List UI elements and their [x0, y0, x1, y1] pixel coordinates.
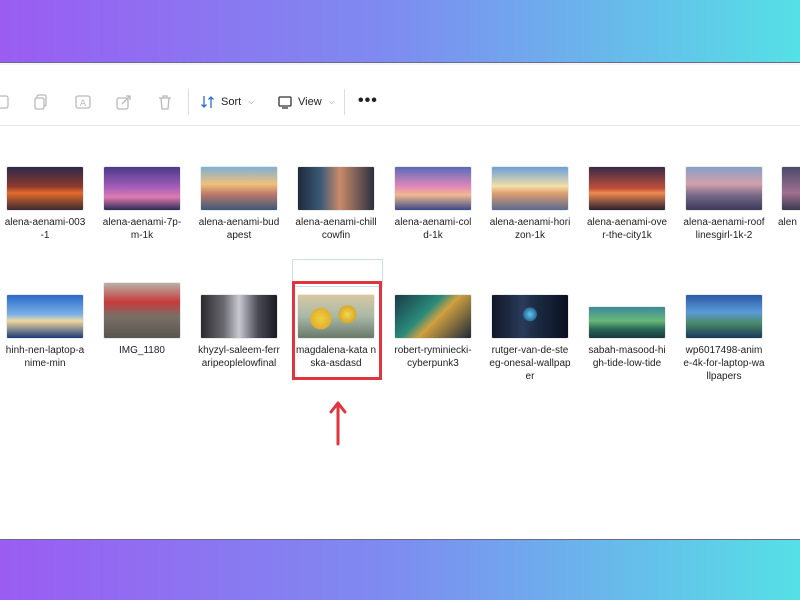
file-item[interactable]: alena-aenami-chillcowfin: [291, 167, 381, 242]
file-item[interactable]: IMG_1180: [97, 283, 187, 357]
sort-button[interactable]: Sort ⌵: [200, 91, 254, 113]
file-name: hinh-nen-laptop-anime-min: [5, 345, 85, 369]
file-item[interactable]: wp6017498-anime-4k-for-laptop-wallpapers: [679, 295, 769, 383]
file-name: alen: [778, 217, 797, 228]
image-thumbnail-icon: [589, 307, 665, 338]
file-name: alena-aenami-budapest: [198, 217, 280, 241]
image-thumbnail-icon: [686, 167, 762, 210]
file-name: robert-ryminiecki-cyberpunk3: [394, 345, 472, 369]
sort-label: Sort: [221, 96, 242, 108]
more-options-icon[interactable]: •••: [358, 93, 378, 109]
image-thumbnail-icon: [686, 295, 762, 338]
file-name: alena-aenami-cold-1k: [394, 217, 472, 241]
file-item[interactable]: alena-aenami-budapest: [194, 167, 284, 242]
file-item[interactable]: khyzyl-saleem-ferraripeoplelowfinal: [194, 295, 284, 370]
file-name: khyzyl-saleem-ferraripeoplelowfinal: [198, 345, 280, 369]
file-name: alena-aenami-chillcowfin: [295, 217, 377, 241]
highlight-box: [292, 281, 382, 380]
file-item[interactable]: alena-aenami-003-1: [0, 167, 90, 242]
command-bar: A Sort ⌵ View ⌵ •••: [0, 63, 800, 126]
file-item[interactable]: alena-aenami-cold-1k: [388, 167, 478, 242]
file-name: IMG_1180: [119, 345, 165, 356]
file-name: rutger-van-de-steeg-onesal-wallpaper: [489, 345, 571, 382]
view-icon: [277, 94, 293, 110]
file-name: wp6017498-anime-4k-for-laptop-wallpapers: [683, 345, 765, 382]
rename-icon[interactable]: A: [74, 93, 92, 111]
file-item[interactable]: alen: [774, 167, 800, 229]
image-thumbnail-icon: [104, 167, 180, 210]
image-thumbnail-icon: [201, 167, 277, 210]
file-item[interactable]: alena-aenami-rooflinesgirl-1k-2: [679, 167, 769, 242]
file-name: alena-aenami-over-the-city1k: [586, 217, 668, 241]
file-item[interactable]: robert-ryminiecki-cyberpunk3: [388, 295, 478, 370]
toolbar-divider: [344, 89, 345, 115]
file-name: alena-aenami-horizon-1k: [489, 217, 571, 241]
file-item[interactable]: rutger-van-de-steeg-onesal-wallpaper: [485, 295, 575, 383]
file-name: alena-aenami-rooflinesgirl-1k-2: [683, 217, 765, 241]
image-thumbnail-icon: [298, 167, 374, 210]
image-thumbnail-icon: [395, 167, 471, 210]
chevron-down-icon: ⌵: [328, 97, 335, 106]
image-thumbnail-icon: [589, 167, 665, 210]
image-thumbnail-icon: [201, 295, 277, 338]
file-item[interactable]: sabah-masood-high-tide-low-tide: [582, 307, 672, 370]
image-thumbnail-icon: [492, 295, 568, 338]
file-item[interactable]: alena-aenami-horizon-1k: [485, 167, 575, 242]
svg-text:A: A: [80, 99, 87, 109]
view-button[interactable]: View ⌵: [277, 91, 335, 113]
image-thumbnail-icon: [7, 295, 83, 338]
toolbar-divider: [188, 89, 189, 115]
chevron-down-icon: ⌵: [248, 97, 255, 106]
file-item[interactable]: alena-aenami-over-the-city1k: [582, 167, 672, 242]
copy-icon[interactable]: [32, 93, 50, 111]
up-arrow-icon: [329, 401, 347, 446]
share-icon[interactable]: [115, 93, 133, 111]
delete-icon[interactable]: [156, 93, 174, 111]
image-thumbnail-icon: [782, 167, 800, 210]
file-name: alena-aenami-7p-m-1k: [102, 217, 182, 241]
image-thumbnail-icon: [492, 167, 568, 210]
file-explorer-window: A Sort ⌵ View ⌵ ••• alena-aenami-003-1 a…: [0, 62, 800, 540]
view-label: View: [298, 96, 322, 108]
file-item[interactable]: hinh-nen-laptop-anime-min: [0, 295, 90, 370]
file-name: alena-aenami-003-1: [4, 217, 86, 241]
image-thumbnail-icon: [104, 283, 180, 338]
file-name: sabah-masood-high-tide-low-tide: [588, 345, 666, 369]
sort-icon: [200, 94, 216, 110]
new-icon[interactable]: [0, 93, 12, 111]
image-thumbnail-icon: [395, 295, 471, 338]
image-thumbnail-icon: [7, 167, 83, 210]
file-item[interactable]: alena-aenami-7p-m-1k: [97, 167, 187, 242]
